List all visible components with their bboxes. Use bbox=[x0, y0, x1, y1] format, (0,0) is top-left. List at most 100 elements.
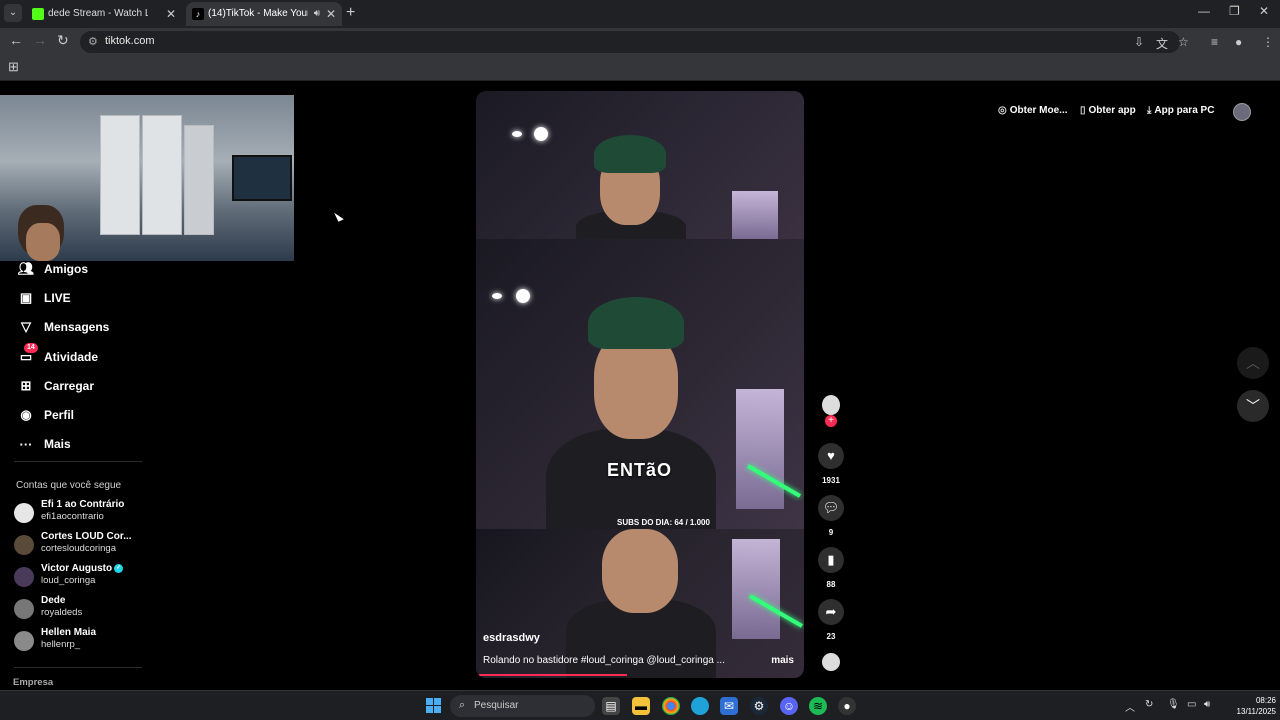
sync-icon[interactable]: ↻ bbox=[1145, 699, 1153, 710]
restore-button[interactable]: ❐ bbox=[1229, 4, 1240, 18]
translate-icon[interactable]: 文 bbox=[1156, 35, 1168, 52]
video-progress-bar[interactable] bbox=[479, 674, 628, 676]
follow-plus-icon[interactable]: + bbox=[825, 415, 837, 427]
like-button[interactable]: ♥ bbox=[818, 443, 844, 469]
install-app-icon[interactable]: ⇩ bbox=[1134, 35, 1144, 49]
comment-count: 9 bbox=[828, 528, 834, 537]
more-link[interactable]: mais bbox=[771, 655, 794, 666]
apps-grid-icon[interactable]: ⊞ bbox=[8, 59, 19, 75]
subs-overlay-text: SUBS DO DIA: 64 / 1.000 bbox=[617, 518, 710, 527]
activity-badge: 14 bbox=[24, 343, 38, 353]
clock-time: 08:26 bbox=[1255, 696, 1276, 705]
bookmark-star-icon[interactable]: ☆ bbox=[1178, 35, 1189, 49]
sidebar-item-live[interactable]: ▣ LIVE bbox=[16, 287, 71, 309]
sidebar-item-label: Perfil bbox=[44, 408, 75, 422]
network-icon[interactable]: ▭ bbox=[1187, 699, 1196, 710]
minimize-button[interactable]: — bbox=[1198, 4, 1210, 18]
close-tab-icon[interactable]: ✕ bbox=[326, 2, 336, 26]
video-author[interactable]: esdrasdwy bbox=[483, 632, 540, 644]
get-app-label: Obter app bbox=[1088, 105, 1136, 116]
windows-start-icon[interactable] bbox=[426, 698, 441, 713]
task-view-icon[interactable]: ▤ bbox=[602, 697, 620, 715]
url-text: tiktok.com bbox=[105, 35, 155, 47]
taskbar-search[interactable]: ⌕ Pesquisar bbox=[450, 695, 595, 717]
account-handle: hellenrp_ bbox=[41, 639, 81, 650]
new-tab-button[interactable]: + bbox=[346, 4, 355, 22]
sidebar-item-messages[interactable]: ▽ Mensagens bbox=[16, 316, 109, 338]
forward-button[interactable]: → bbox=[33, 32, 47, 48]
video-description: Rolando no bastidore #loud_coringa @loud… bbox=[483, 655, 725, 666]
steam-icon[interactable]: ⚙ bbox=[750, 697, 768, 715]
account-name: Efi 1 ao Contrário bbox=[41, 499, 125, 510]
tab-title: dede Stream - Watch Live on K bbox=[48, 8, 148, 19]
get-app-button[interactable]: ▯ Obter app bbox=[1080, 105, 1136, 116]
get-coins-button[interactable]: ◎ Obter Moe... bbox=[998, 105, 1068, 116]
sidebar-item-upload[interactable]: ⊞ Carregar bbox=[16, 375, 94, 397]
clock-date: 13/11/2025 bbox=[1236, 707, 1276, 716]
volume-icon[interactable]: 🔊︎ bbox=[1204, 699, 1210, 710]
kick-icon bbox=[32, 8, 44, 20]
search-placeholder: Pesquisar bbox=[474, 700, 519, 711]
app-icon[interactable]: ● bbox=[838, 697, 856, 715]
windows-taskbar: ⌕ Pesquisar ▤ ▬ ✉ ⚙ ☺ ≋ ● ︿ ↻ 🎙︎ ▭ 🔊︎ 08… bbox=[0, 690, 1280, 720]
video-frame-top bbox=[476, 91, 804, 239]
tab-search-button[interactable]: ⌄ bbox=[4, 4, 22, 22]
sidebar-item-friends[interactable]: 👥︎ Amigos bbox=[16, 258, 88, 280]
comment-button[interactable]: 💬︎ bbox=[818, 495, 844, 521]
tray-overflow-icon[interactable]: ︿ bbox=[1125, 699, 1135, 714]
reload-button[interactable]: ↻ bbox=[57, 32, 69, 49]
activity-icon: ▭ 14 bbox=[16, 343, 38, 365]
video-frame-middle: ENTãO SUBS DO DIA: 64 / 1.000 bbox=[476, 239, 804, 529]
music-disc-icon[interactable] bbox=[822, 653, 840, 671]
spotify-icon[interactable]: ≋ bbox=[809, 697, 827, 715]
address-bar[interactable]: ⚙ tiktok.com bbox=[80, 31, 1180, 53]
account-name: Cortes LOUD Cor... bbox=[41, 531, 132, 542]
pc-app-button[interactable]: ⤓ App para PC bbox=[1147, 105, 1214, 116]
microphone-icon[interactable]: 🎙︎ bbox=[1167, 699, 1180, 710]
site-info-icon[interactable]: ⚙ bbox=[88, 35, 98, 48]
discord-icon[interactable]: ☺ bbox=[780, 697, 798, 715]
back-button[interactable]: ← bbox=[9, 32, 23, 48]
coin-icon: ◎ bbox=[998, 105, 1007, 116]
close-window-button[interactable]: ✕ bbox=[1259, 4, 1269, 18]
phone-icon: ▯ bbox=[1080, 105, 1086, 116]
chevron-down-icon: ﹀ bbox=[1246, 398, 1260, 414]
tab-title: (14)TikTok - Make Your Day bbox=[208, 8, 308, 19]
edge-icon[interactable] bbox=[691, 697, 709, 715]
next-video-button[interactable]: ﹀ bbox=[1237, 390, 1269, 422]
sidebar-item-label: Atividade bbox=[44, 350, 99, 364]
share-button[interactable]: ➦ bbox=[818, 599, 844, 625]
footer-company-link[interactable]: Empresa bbox=[13, 677, 53, 688]
account-name: Hellen Maia bbox=[41, 627, 97, 638]
save-button[interactable]: ▮ bbox=[818, 547, 844, 573]
profile-icon[interactable]: ● bbox=[1235, 35, 1242, 49]
account-name-text: Victor Augusto bbox=[41, 563, 113, 574]
menu-icon[interactable]: ⋮ bbox=[1262, 35, 1274, 49]
sidebar-item-more[interactable]: ··· Mais bbox=[16, 433, 71, 455]
creator-avatar[interactable] bbox=[822, 395, 840, 415]
comment-icon: 💬︎ bbox=[822, 500, 840, 515]
sidebar-item-label: Carregar bbox=[44, 379, 95, 393]
media-control-icon[interactable]: ≡ bbox=[1211, 35, 1218, 49]
account-name: Dede bbox=[41, 595, 66, 606]
sidebar-item-activity[interactable]: ▭ 14 Atividade bbox=[16, 343, 99, 368]
mouse-cursor bbox=[334, 210, 344, 222]
sidebar-item-label: Mensagens bbox=[44, 320, 110, 334]
browser-chrome: ⌄ dede Stream - Watch Live on K ✕ ♪ (14)… bbox=[0, 0, 1280, 81]
sidebar-item-profile[interactable]: ◉ Perfil bbox=[16, 404, 74, 426]
user-avatar[interactable] bbox=[1233, 103, 1251, 121]
chevron-up-icon: ︿ bbox=[1246, 355, 1260, 371]
sidebar-item-label: LIVE bbox=[44, 291, 71, 305]
speaker-icon[interactable]: 🔊︎ bbox=[314, 2, 320, 26]
video-player[interactable]: ENTãO SUBS DO DIA: 64 / 1.000 esdrasdwy … bbox=[476, 91, 804, 678]
verified-icon: ✓ bbox=[114, 563, 124, 573]
previous-video-button[interactable]: ︿ bbox=[1237, 347, 1269, 379]
tab-tiktok[interactable]: ♪ (14)TikTok - Make Your Day 🔊︎ ✕ bbox=[186, 2, 342, 26]
file-explorer-icon[interactable]: ▬ bbox=[632, 697, 650, 715]
avatar bbox=[14, 599, 34, 619]
outlook-icon[interactable]: ✉ bbox=[720, 697, 738, 715]
chrome-icon[interactable] bbox=[662, 697, 680, 715]
system-clock[interactable]: 08:26 13/11/2025 bbox=[1220, 695, 1276, 717]
tab-kick[interactable]: dede Stream - Watch Live on K ✕ bbox=[26, 2, 182, 26]
close-tab-icon[interactable]: ✕ bbox=[166, 2, 176, 26]
